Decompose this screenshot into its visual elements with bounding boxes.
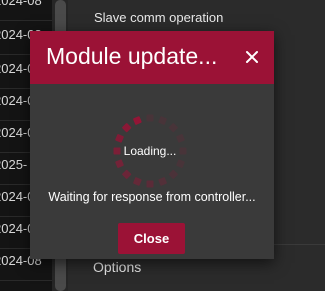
spinner-segment — [133, 116, 142, 125]
options-label[interactable]: Options — [93, 259, 141, 275]
status-message: Waiting for response from controller... — [48, 190, 256, 204]
date-cell: 2024-08 — [0, 0, 52, 21]
list-item-slave-comm[interactable]: Slave comm operation — [94, 10, 223, 25]
spinner-segment — [115, 134, 124, 143]
spinner-segment — [168, 123, 178, 133]
loading-label: Loading... — [123, 144, 177, 158]
spinner-segment — [176, 159, 185, 168]
spinner-segment — [122, 169, 132, 179]
close-button[interactable]: Close — [118, 223, 185, 254]
spinner-segment — [133, 177, 142, 186]
spinner-segment — [168, 169, 178, 179]
spinner-segment — [146, 114, 154, 122]
spinner-segment — [158, 177, 167, 186]
spinner-segment — [146, 180, 154, 188]
close-icon[interactable] — [242, 47, 262, 67]
spinner-segment — [115, 159, 124, 168]
dialog-header: Module update... — [30, 31, 274, 84]
spinner-segment — [122, 123, 132, 133]
spinner-segment — [176, 134, 185, 143]
module-update-dialog: Module update... Loading... Waiting for … — [30, 31, 274, 259]
spinner-segment — [158, 116, 167, 125]
dialog-body: Loading... Waiting for response from con… — [30, 84, 274, 259]
dialog-title: Module update... — [46, 43, 218, 69]
